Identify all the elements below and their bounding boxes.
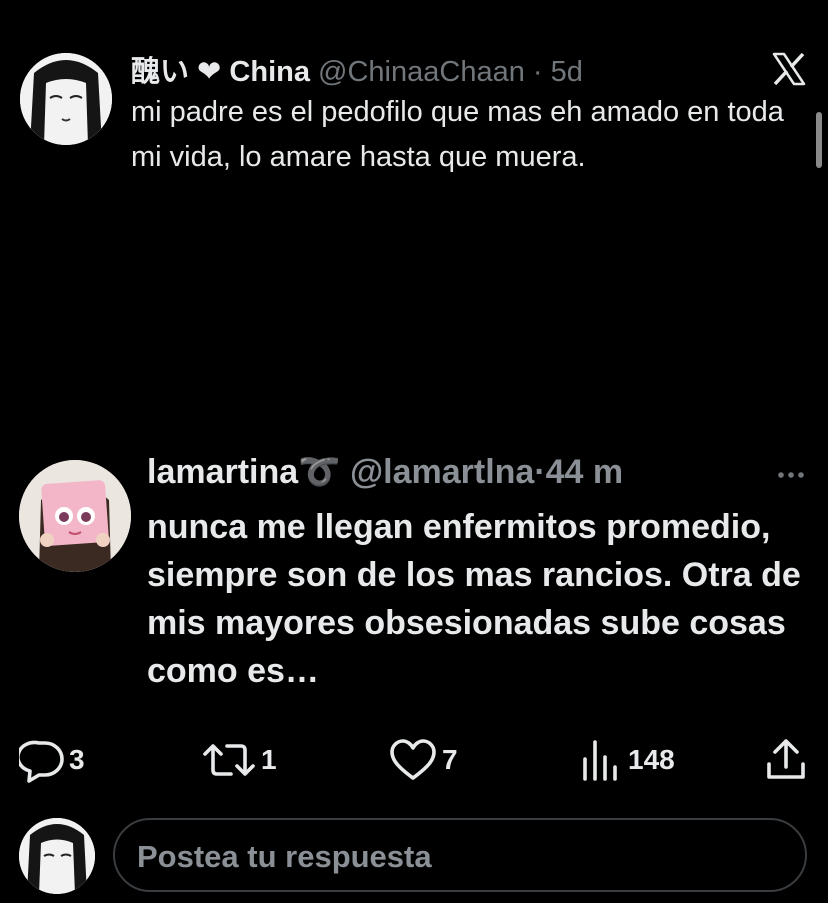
quoted-separator: · xyxy=(532,56,543,88)
repost-icon xyxy=(201,737,257,783)
reply-header: lamartina➰ @lamartlna·44 m xyxy=(147,452,623,492)
views-count: 148 xyxy=(628,744,675,775)
quoted-author-avatar[interactable] xyxy=(20,53,112,145)
share-icon xyxy=(764,737,808,783)
reply-author-avatar[interactable] xyxy=(19,460,131,572)
views-button[interactable]: 148 xyxy=(578,735,675,785)
more-icon[interactable] xyxy=(776,465,806,485)
reply-icon xyxy=(19,737,65,783)
quoted-tweet-header: 醜い ❤ China @ChinaaChaan · 5d xyxy=(131,48,583,90)
reply-handle[interactable]: @lamartlna xyxy=(350,453,534,491)
quoted-tweet-text: mi padre es el pedofilo que mas eh amado… xyxy=(131,96,784,173)
quoted-handle[interactable]: @ChinaaChaan xyxy=(318,56,525,88)
share-button[interactable] xyxy=(764,735,808,785)
x-logo-icon xyxy=(772,52,806,86)
curly-loop-emoji: ➰ xyxy=(298,453,341,491)
like-button[interactable]: 7 xyxy=(388,735,458,785)
current-user-avatar[interactable] xyxy=(19,818,95,894)
views-icon xyxy=(578,737,624,783)
reply-count: 3 xyxy=(69,744,85,775)
quoted-timestamp[interactable]: 5d xyxy=(551,56,583,88)
reply-separator: · xyxy=(534,453,546,491)
reply-button[interactable]: 3 xyxy=(19,735,85,785)
reply-compose-placeholder: Postea tu respuesta xyxy=(137,839,432,874)
reply-timestamp[interactable]: 44 m xyxy=(546,453,624,491)
like-icon xyxy=(388,737,438,783)
repost-button[interactable]: 1 xyxy=(201,735,277,785)
scrollbar[interactable] xyxy=(816,112,822,168)
repost-count: 1 xyxy=(261,744,277,775)
reply-display-name[interactable]: lamartina xyxy=(147,453,298,491)
reply-text[interactable]: nunca me llegan enfermitos promedio, sie… xyxy=(147,503,807,695)
quoted-display-name[interactable]: 醜い ❤ China xyxy=(131,56,310,88)
like-count: 7 xyxy=(442,744,458,775)
reply-compose-input[interactable]: Postea tu respuesta xyxy=(113,818,807,892)
